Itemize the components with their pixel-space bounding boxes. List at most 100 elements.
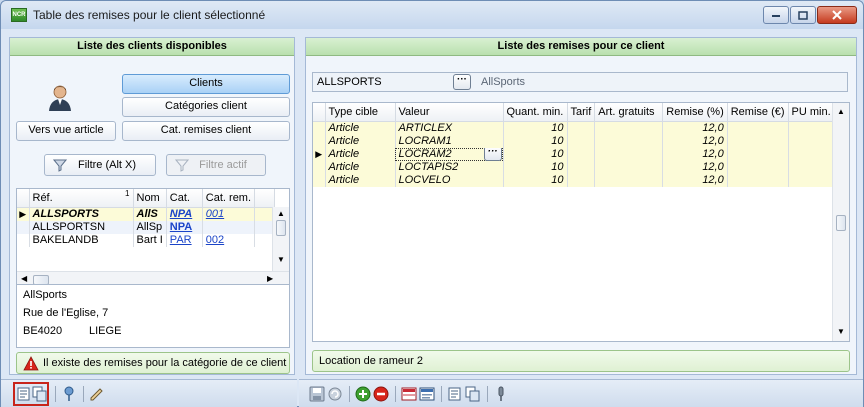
close-button[interactable] [817, 6, 857, 24]
col-quant-min[interactable]: Quant. min. [503, 103, 568, 122]
delete-icon[interactable] [373, 386, 389, 402]
cell-art-gratuits[interactable] [594, 121, 664, 135]
cell-type[interactable]: Article [325, 147, 396, 161]
cell-ref[interactable]: BAKELANDB [29, 233, 134, 247]
funnel-icon [53, 159, 67, 172]
cell-pu-min[interactable] [788, 121, 839, 135]
warning-icon [23, 356, 39, 371]
clients-button[interactable]: Clients [122, 74, 290, 94]
cat-remises-client-button[interactable]: Cat. remises client [122, 121, 290, 141]
scroll-up-icon[interactable]: ▲ [837, 107, 845, 116]
main-window: NCR Table des remises pour le client sél… [0, 0, 864, 407]
cell-cat-rem-link[interactable]: 002 [202, 233, 256, 247]
active-filter-label: Filtre actif [199, 159, 247, 171]
col-art-gratuits[interactable]: Art. gratuits [594, 103, 664, 122]
col-remise-pct[interactable]: Remise (%) [662, 103, 728, 122]
clients-grid-vscroll[interactable]: ▲ ▼ [272, 207, 289, 271]
cell-cat-rem-link[interactable]: 001 [202, 207, 256, 221]
address-postal: BE4020 [23, 325, 63, 337]
discounts-panel-header: Liste des remises pour ce client [306, 38, 856, 56]
cell-valeur[interactable]: LOCTAPIS2 [395, 160, 504, 174]
col-type-cible[interactable]: Type cible [325, 103, 396, 122]
pin-icon[interactable] [61, 386, 77, 402]
col-remise-eur[interactable]: Remise (€) [727, 103, 789, 122]
microphone-icon[interactable] [493, 386, 509, 402]
discounts-grid-vscroll[interactable]: ▲ ▼ [832, 103, 849, 341]
cell-type[interactable]: Article [325, 134, 396, 148]
scroll-thumb[interactable] [836, 215, 846, 231]
table-row[interactable]: Article LOCRAM1 10 12,0 [313, 134, 839, 148]
table-row[interactable]: ALLSPORTSN AllSp NPA [17, 220, 275, 234]
cell-nom[interactable]: Bart I [133, 233, 167, 247]
col-ref[interactable]: Réf. 1 [29, 189, 134, 208]
cell-tarif[interactable] [567, 121, 596, 135]
categories-client-button[interactable]: Catégories client [122, 97, 290, 117]
table-row[interactable]: ▶ ALLSPORTS AllS NPA 001 [17, 207, 275, 221]
cell-cat-link[interactable]: PAR [166, 233, 203, 247]
cell-remise-pct[interactable]: 12,0 [662, 147, 728, 161]
col-cat-rem[interactable]: Cat. rem. [202, 189, 256, 208]
article-description: Location de rameur 2 [319, 355, 423, 367]
cell-cat-link[interactable]: NPA [166, 207, 203, 221]
table-row[interactable]: BAKELANDB Bart I PAR 002 [17, 233, 275, 247]
client-code-field[interactable]: ALLSPORTS [317, 76, 382, 88]
form-view-icon[interactable] [419, 386, 435, 402]
cell-cat-link[interactable]: NPA [166, 220, 203, 234]
client-browse-button[interactable]: ··· [453, 74, 471, 90]
col-valeur[interactable]: Valeur [395, 103, 504, 122]
scroll-thumb[interactable] [276, 220, 286, 236]
scroll-left-icon[interactable]: ◀ [21, 274, 27, 283]
refresh-icon[interactable] [327, 386, 343, 402]
save-icon[interactable] [309, 386, 325, 402]
cell-ref[interactable]: ALLSPORTSN [29, 220, 134, 234]
scroll-right-icon[interactable]: ▶ [267, 274, 273, 283]
col-tarif[interactable]: Tarif [567, 103, 596, 122]
scroll-up-icon[interactable]: ▲ [277, 209, 285, 218]
cell-remise-pct[interactable]: 12,0 [662, 173, 728, 187]
scroll-down-icon[interactable]: ▼ [837, 327, 845, 336]
cell-remise-eur[interactable] [727, 121, 789, 135]
col-nom[interactable]: Nom [133, 189, 167, 208]
col-cat[interactable]: Cat. [166, 189, 203, 208]
maximize-button[interactable] [790, 6, 816, 24]
cell-nom[interactable]: AllSp [133, 220, 167, 234]
cell-ref[interactable]: ALLSPORTS [29, 207, 134, 221]
cell-valeur[interactable]: LOCRAM1 [395, 134, 504, 148]
cell-qmin[interactable]: 10 [503, 134, 568, 148]
cell-qmin[interactable]: 10 [503, 173, 568, 187]
table-row[interactable]: Article LOCTAPIS2 10 12,0 [313, 160, 839, 174]
valeur-browse-button[interactable]: ··· [483, 147, 502, 161]
cell-type[interactable]: Article [325, 160, 396, 174]
copy-record-icon[interactable] [465, 386, 481, 402]
cell-valeur[interactable]: LOCVELO [395, 173, 504, 187]
cell-valeur[interactable]: ARTICLEX [395, 121, 504, 135]
table-row[interactable]: Article ARTICLEX 10 12,0 [313, 121, 839, 135]
filter-button[interactable]: Filtre (Alt X) [44, 154, 156, 176]
cell-remise-pct[interactable]: 12,0 [662, 121, 728, 135]
clients-grid: Réf. 1 Nom Cat. Cat. rem. ▶ ALLSPORTS All… [16, 188, 290, 288]
add-icon[interactable] [355, 386, 371, 402]
open-record-icon[interactable] [447, 386, 463, 402]
cell-qmin[interactable]: 10 [503, 160, 568, 174]
table-row-current[interactable]: ▶ Article LOCRAM2 ··· 10 12,0 [313, 147, 839, 161]
table-row[interactable]: Article LOCVELO 10 12,0 [313, 173, 839, 187]
cell-type[interactable]: Article [325, 121, 396, 135]
cell-qmin[interactable]: 10 [503, 121, 568, 135]
scroll-down-icon[interactable]: ▼ [277, 255, 285, 264]
minimize-button[interactable] [763, 6, 789, 24]
cell-remise-pct[interactable]: 12,0 [662, 160, 728, 174]
cell-type[interactable]: Article [325, 173, 396, 187]
cell-qmin[interactable]: 10 [503, 147, 568, 161]
discounts-grid-header: Type cible Valeur Quant. min. Tarif Art.… [313, 103, 839, 122]
col-pu-min[interactable]: PU min. [788, 103, 839, 122]
edit-icon[interactable] [89, 386, 105, 402]
cell-remise-pct[interactable]: 12,0 [662, 134, 728, 148]
cell-valeur-editing[interactable]: LOCRAM2 ··· [395, 147, 504, 161]
copy-record-icon[interactable] [32, 386, 48, 402]
vers-vue-article-button[interactable]: Vers vue article [16, 121, 116, 141]
list-view-icon[interactable] [401, 386, 417, 402]
cell-nom[interactable]: AllS [133, 207, 167, 221]
client-name-display: AllSports [481, 76, 526, 88]
open-record-icon[interactable] [16, 386, 32, 402]
cell-cat-rem-link[interactable] [202, 220, 256, 234]
